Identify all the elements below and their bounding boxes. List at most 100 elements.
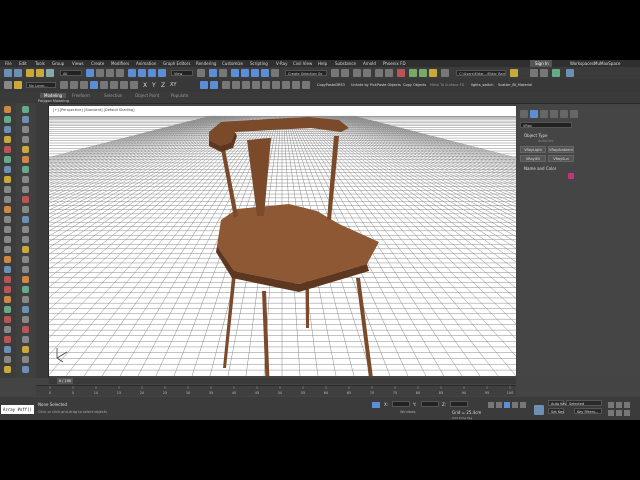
create-helper-icon[interactable] (4, 196, 11, 203)
scene-explorer-strip[interactable] (36, 103, 49, 378)
x-coordinate-field[interactable] (392, 401, 410, 407)
hide-layer-icon[interactable] (110, 81, 118, 89)
extrude-icon[interactable] (292, 81, 300, 89)
tool-aa-icon[interactable] (22, 366, 29, 373)
tool-u-icon[interactable] (22, 306, 29, 313)
tool-y-icon[interactable] (22, 346, 29, 353)
menu-file[interactable]: File (5, 61, 12, 66)
menu-substance[interactable]: Substance (335, 61, 356, 66)
go-to-start-icon[interactable] (488, 402, 494, 408)
tool-v-icon[interactable] (22, 316, 29, 323)
set-current-layer-icon[interactable] (80, 81, 88, 89)
auto-key-selection-dropdown[interactable]: Selected (566, 400, 602, 406)
script-copy-objects[interactable]: Copy Objects (403, 83, 426, 87)
zoom-all-icon[interactable] (616, 402, 622, 408)
create-torus-icon[interactable] (4, 136, 11, 143)
placement-icon[interactable] (158, 69, 166, 77)
menu-arnold[interactable]: Arnold (363, 61, 376, 66)
spinner-snap-icon[interactable] (261, 69, 269, 77)
tool-k-icon[interactable] (22, 206, 29, 213)
script-scatter-bt-material[interactable]: Scatter_Bt_Material (498, 83, 532, 87)
menu-graph-editors[interactable]: Graph Editors (163, 61, 190, 66)
viewport-label[interactable]: [+] [Perspective] [Standard] [Default Sh… (53, 108, 135, 112)
schematic-view-icon[interactable] (385, 69, 393, 77)
create-sphere-icon[interactable] (4, 116, 11, 123)
create-proxy-icon[interactable] (4, 306, 11, 313)
z-coordinate-field[interactable] (450, 401, 468, 407)
rectangular-selection-icon[interactable] (106, 69, 114, 77)
set-key-button[interactable]: Set Key (548, 408, 564, 414)
axis-x-button[interactable]: X (143, 82, 147, 89)
isolate-selection-toggle[interactable]: Windows (400, 410, 416, 414)
axis-constraint-icon[interactable] (200, 81, 208, 89)
time-slider[interactable]: 0 / 100 (49, 378, 516, 384)
tool-r-icon[interactable] (22, 276, 29, 283)
script-mesh-to-surface[interactable]: Mesh To Surface FG (430, 83, 464, 87)
mirror-icon[interactable] (331, 69, 339, 77)
border-icon[interactable] (242, 81, 250, 89)
vray-render-icon[interactable] (552, 69, 560, 77)
layer-explorer-icon[interactable] (363, 69, 371, 77)
tool-e-icon[interactable] (22, 146, 29, 153)
script-unhide-by-pick[interactable]: Unhide by Pick (351, 83, 377, 87)
create-line-icon[interactable] (4, 226, 11, 233)
rollout-name-and-color[interactable]: Name and Color (524, 166, 556, 171)
hierarchy-panel-icon[interactable] (540, 110, 548, 118)
tool-h-icon[interactable] (22, 176, 29, 183)
create-teapot-icon[interactable] (4, 146, 11, 153)
layer-properties-icon[interactable] (120, 81, 128, 89)
unlink-icon[interactable] (36, 69, 44, 77)
menu-phoenix-fd[interactable]: Phoenix FD (383, 61, 406, 66)
tool-g-icon[interactable] (22, 166, 29, 173)
vrayambient-button[interactable]: VRayAmbient (548, 146, 574, 153)
zoom-icon[interactable] (608, 402, 614, 408)
detach-icon[interactable] (282, 81, 290, 89)
selection-filter-dropdown[interactable]: All (60, 70, 82, 76)
window-crossing-icon[interactable] (116, 69, 124, 77)
tab-selection[interactable]: Selection (104, 93, 122, 98)
reference-coordinate-dropdown[interactable]: View (171, 70, 193, 76)
scene-explorer-icon[interactable] (353, 69, 361, 77)
project-folder-icon[interactable] (510, 69, 518, 77)
create-scatter-icon[interactable] (4, 326, 11, 333)
redo-icon[interactable] (14, 69, 22, 77)
menu-modifiers[interactable]: Modifiers (111, 61, 129, 66)
tool-z-icon[interactable] (22, 356, 29, 363)
menu-vray[interactable]: V-Ray (276, 61, 287, 66)
menu-edit[interactable]: Edit (19, 61, 27, 66)
create-plane-icon[interactable] (4, 166, 11, 173)
help-icon[interactable] (566, 69, 574, 77)
field-of-view-icon[interactable] (608, 410, 614, 416)
axis-y-button[interactable]: Y (152, 82, 156, 89)
create-cone-icon[interactable] (4, 156, 11, 163)
bind-space-warp-icon[interactable] (46, 69, 54, 77)
create-cylinder-icon[interactable] (4, 126, 11, 133)
pivot-center-icon[interactable] (197, 69, 205, 77)
tool-b-icon[interactable] (22, 116, 29, 123)
create-cloth-icon[interactable] (4, 356, 11, 363)
trackbar[interactable]: 0 5 10 15 20 25 30 35 40 45 50 55 60 65 70 75 80 85 90 95 10… (36, 385, 516, 396)
tool-f-icon[interactable] (22, 156, 29, 163)
create-water-icon[interactable] (4, 346, 11, 353)
edge-icon[interactable] (232, 81, 240, 89)
script-lights-switch[interactable]: lights_switch (471, 83, 494, 87)
create-box-icon[interactable] (4, 106, 11, 113)
select-in-layer-icon[interactable] (70, 81, 78, 89)
modify-panel-icon[interactable] (530, 110, 538, 118)
pan-view-icon[interactable] (616, 410, 622, 416)
viewport-canvas[interactable] (49, 106, 516, 376)
tool-d-icon[interactable] (22, 136, 29, 143)
a360-icon[interactable] (441, 69, 449, 77)
angle-snap-icon[interactable] (241, 69, 249, 77)
motion-panel-icon[interactable] (550, 110, 558, 118)
create-fire-icon[interactable] (4, 276, 11, 283)
tool-c-icon[interactable] (22, 126, 29, 133)
tab-object-paint[interactable]: Object Paint (135, 93, 159, 98)
select-move-icon[interactable] (128, 69, 136, 77)
material-editor-icon[interactable] (397, 69, 405, 77)
tool-a-icon[interactable] (22, 106, 29, 113)
select-scale-icon[interactable] (148, 69, 156, 77)
tool-p-icon[interactable] (22, 256, 29, 263)
edit-named-selection-icon[interactable] (271, 69, 279, 77)
layer-dropdown[interactable]: No Layer... (26, 82, 56, 88)
